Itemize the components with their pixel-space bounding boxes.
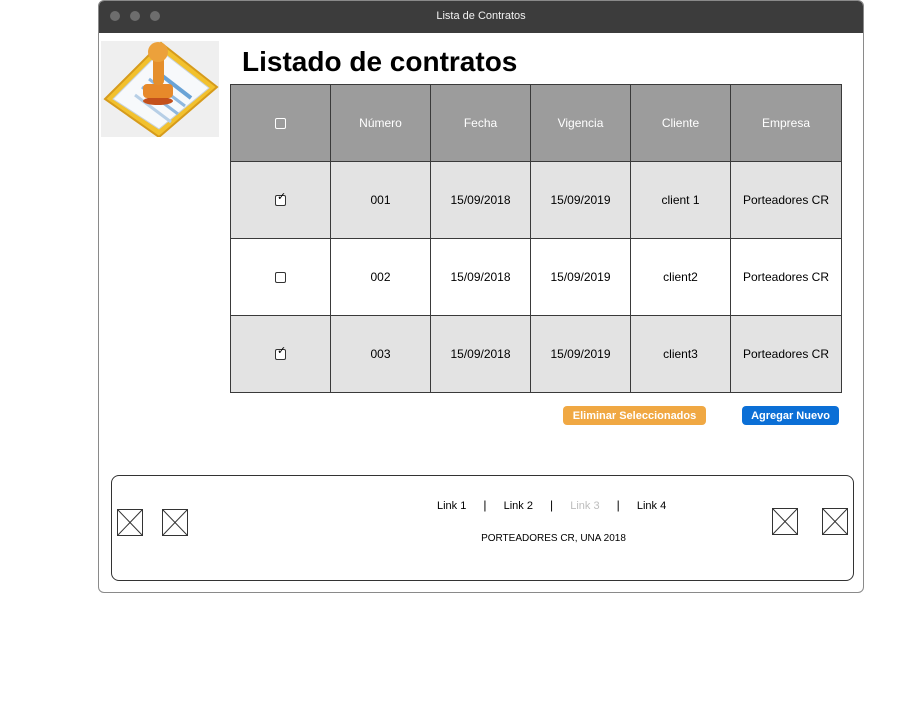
image-placeholder-icon xyxy=(822,508,848,535)
window-title: Lista de Contratos xyxy=(436,10,526,22)
cell-empresa: Porteadores CR xyxy=(730,161,842,239)
footer-link-3: Link 3 xyxy=(570,500,600,512)
image-placeholder-icon xyxy=(772,508,798,535)
cell-cliente: client 1 xyxy=(630,161,731,239)
row-select-cell[interactable] xyxy=(230,238,331,316)
image-placeholder-icon xyxy=(162,509,188,536)
contracts-table: Número Fecha Vigencia Cliente Empresa ✓ … xyxy=(230,84,842,393)
footer-link-1[interactable]: Link 1 xyxy=(437,500,466,512)
column-header-cliente[interactable]: Cliente xyxy=(630,84,731,162)
table-row[interactable]: ✓ 003 15/09/2018 15/09/2019 client3 Port… xyxy=(230,315,842,393)
row-checkbox[interactable] xyxy=(275,272,286,284)
copyright-text: PORTEADORES CR, UNA 2018 xyxy=(481,533,626,544)
cell-fecha: 15/09/2018 xyxy=(430,238,531,316)
page-title: Listado de contratos xyxy=(242,46,518,77)
link-separator: | xyxy=(616,498,620,512)
cell-numero: 001 xyxy=(330,161,431,239)
add-new-button[interactable]: Agregar Nuevo xyxy=(742,406,839,425)
cell-numero: 003 xyxy=(330,315,431,393)
footer-link-4[interactable]: Link 4 xyxy=(637,500,666,512)
column-header-vigencia[interactable]: Vigencia xyxy=(530,84,631,162)
column-header-empresa[interactable]: Empresa xyxy=(730,84,842,162)
footer-link-2[interactable]: Link 2 xyxy=(504,500,533,512)
row-select-cell[interactable]: ✓ xyxy=(230,161,331,239)
column-header-fecha[interactable]: Fecha xyxy=(430,84,531,162)
row-checkbox[interactable]: ✓ xyxy=(275,191,287,207)
image-placeholder-icon xyxy=(117,509,143,536)
cell-vigencia: 15/09/2019 xyxy=(530,238,631,316)
checkmark-icon: ✓ xyxy=(277,345,287,358)
footer: Link 1 | Link 2 | Link 3 | Link 4 PORTEA… xyxy=(111,475,854,581)
cell-empresa: Porteadores CR xyxy=(730,238,842,316)
table-header-row: Número Fecha Vigencia Cliente Empresa xyxy=(230,84,842,162)
table-row[interactable]: 002 15/09/2018 15/09/2019 client2 Portea… xyxy=(230,238,842,316)
footer-links: Link 1 | Link 2 | Link 3 | Link 4 xyxy=(437,498,666,512)
select-all-checkbox[interactable] xyxy=(275,118,286,130)
select-all-header[interactable] xyxy=(230,84,331,162)
link-separator: | xyxy=(483,498,487,512)
cell-vigencia: 15/09/2019 xyxy=(530,161,631,239)
cell-numero: 002 xyxy=(330,238,431,316)
row-checkbox[interactable]: ✓ xyxy=(275,345,287,361)
table-row[interactable]: ✓ 001 15/09/2018 15/09/2019 client 1 Por… xyxy=(230,161,842,239)
cell-cliente: client3 xyxy=(630,315,731,393)
cell-empresa: Porteadores CR xyxy=(730,315,842,393)
cell-fecha: 15/09/2018 xyxy=(430,315,531,393)
title-bar: Lista de Contratos xyxy=(99,1,863,33)
delete-selected-button[interactable]: Eliminar Seleccionados xyxy=(563,406,706,425)
link-separator: | xyxy=(550,498,554,512)
cell-fecha: 15/09/2018 xyxy=(430,161,531,239)
cell-cliente: client2 xyxy=(630,238,731,316)
checkmark-icon: ✓ xyxy=(277,191,287,204)
column-header-numero[interactable]: Número xyxy=(330,84,431,162)
browser-window: Lista de Contratos Listado de contratos xyxy=(98,0,864,593)
row-select-cell[interactable]: ✓ xyxy=(230,315,331,393)
cell-vigencia: 15/09/2019 xyxy=(530,315,631,393)
contract-stamp-logo xyxy=(101,41,219,139)
